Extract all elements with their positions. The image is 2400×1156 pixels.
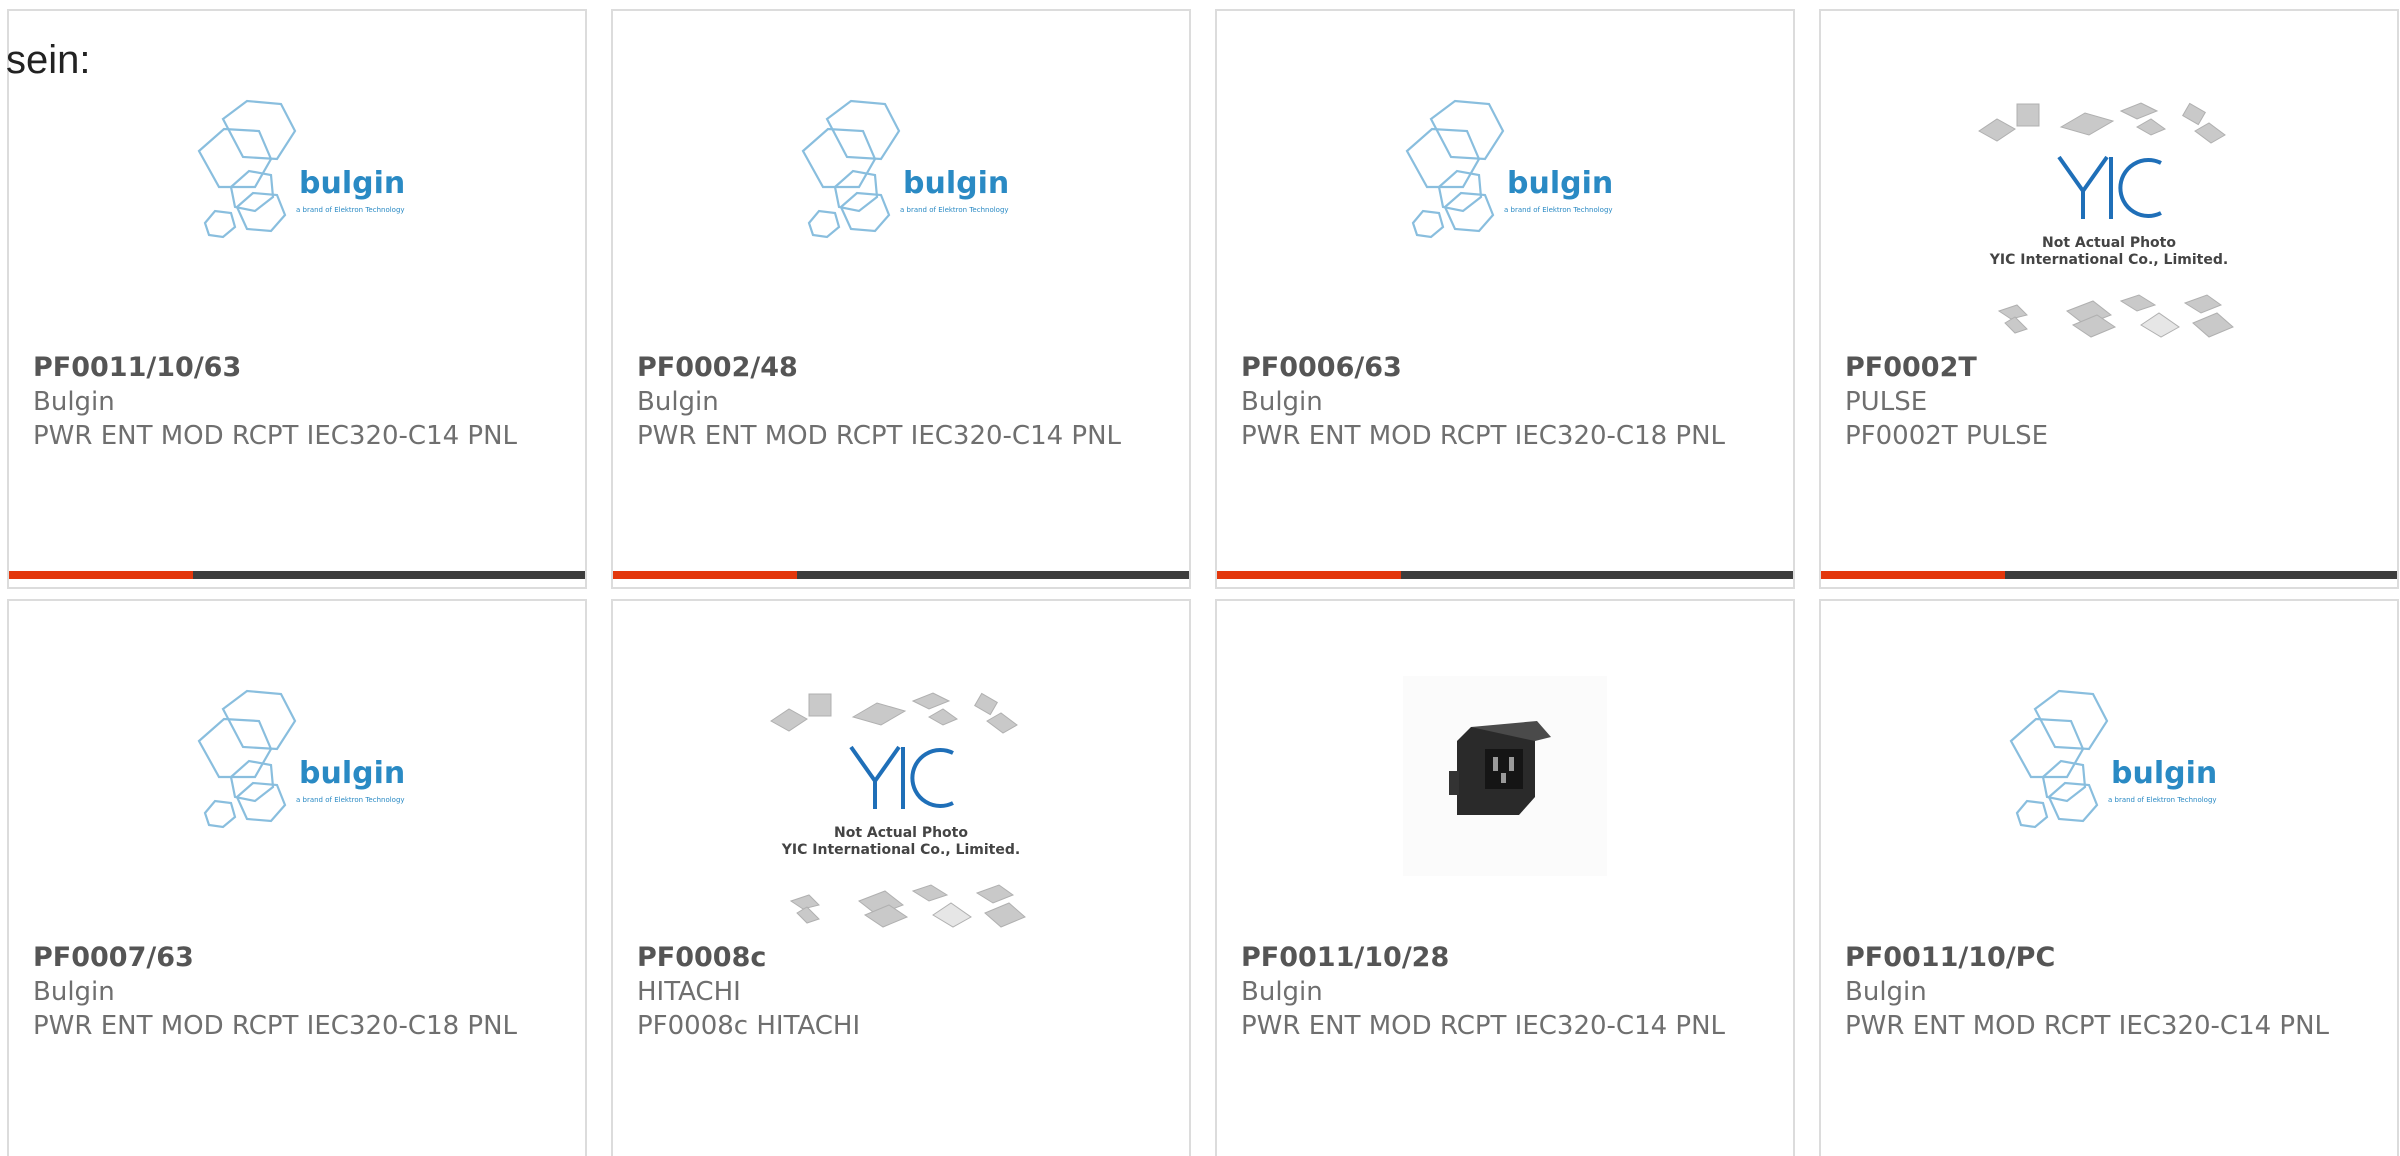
lead-text: sein: [6, 38, 91, 82]
product-image[interactable]: bulgin a brand of Elektron Technology [1217, 11, 1793, 346]
part-number[interactable]: PF0011/10/63 [33, 351, 241, 385]
manufacturer: Bulgin [1241, 387, 1323, 417]
svg-text:a brand of Elektron Technology: a brand of Elektron Technology [2108, 796, 2217, 804]
product-image[interactable] [1217, 601, 1793, 936]
part-number[interactable]: PF0011/10/PC [1845, 941, 2055, 975]
progress-bar-fill [1821, 571, 2006, 579]
svg-text:Not Actual Photo: Not Actual Photo [834, 825, 968, 841]
product-card[interactable]: bulgin a brand of Elektron Technology PF… [7, 9, 587, 589]
manufacturer: Bulgin [637, 387, 719, 417]
part-number[interactable]: PF0008c [637, 941, 766, 975]
svg-text:Not Actual Photo: Not Actual Photo [2042, 235, 2176, 251]
svg-text:YIC International Co., Limited: YIC International Co., Limited. [781, 842, 1020, 858]
part-number[interactable]: PF0006/63 [1241, 351, 1402, 385]
connector-photo [1403, 676, 1607, 876]
bulgin-logo: bulgin a brand of Elektron Technology [197, 689, 405, 829]
bulgin-logo: bulgin a brand of Elektron Technology [197, 99, 405, 239]
product-card[interactable]: bulgin a brand of Elektron Technology PF… [1819, 599, 2399, 1156]
progress-bar [613, 571, 1189, 579]
description: PF0002T PULSE [1845, 421, 2049, 451]
bulgin-wordmark: bulgin [903, 166, 1009, 201]
manufacturer: Bulgin [1241, 977, 1323, 1007]
part-number[interactable]: PF0011/10/28 [1241, 941, 1449, 975]
description: PF0008c HITACHI [637, 1011, 861, 1041]
product-image[interactable]: Not Actual Photo YIC International Co., … [1821, 11, 2397, 346]
yic-placeholder-image: Not Actual Photo YIC International Co., … [770, 692, 1026, 928]
product-image[interactable]: bulgin a brand of Elektron Technology [9, 11, 585, 346]
product-card[interactable]: Not Actual Photo YIC International Co., … [611, 599, 1191, 1156]
svg-text:YIC International Co., Limited: YIC International Co., Limited. [1989, 252, 2228, 268]
description: PWR ENT MOD RCPT IEC320-C18 PNL [33, 1011, 518, 1041]
product-image[interactable]: Not Actual Photo YIC International Co., … [613, 601, 1189, 936]
manufacturer: Bulgin [33, 977, 115, 1007]
bulgin-logo: bulgin a brand of Elektron Technology [2009, 689, 2217, 829]
description: PWR ENT MOD RCPT IEC320-C14 PNL [1241, 1011, 1726, 1041]
description: PWR ENT MOD RCPT IEC320-C14 PNL [637, 421, 1122, 451]
bulgin-logo: bulgin a brand of Elektron Technology [1405, 99, 1613, 239]
manufacturer: PULSE [1845, 387, 1928, 417]
product-card[interactable]: PF0011/10/28 Bulgin PWR ENT MOD RCPT IEC… [1215, 599, 1795, 1156]
manufacturer: Bulgin [33, 387, 115, 417]
progress-bar-fill [9, 571, 194, 579]
bulgin-wordmark: bulgin [299, 166, 405, 201]
manufacturer: Bulgin [1845, 977, 1927, 1007]
progress-bar [1821, 571, 2397, 579]
bulgin-logo: bulgin a brand of Elektron Technology [801, 99, 1009, 239]
product-card[interactable]: bulgin a brand of Elektron Technology PF… [1215, 9, 1795, 589]
progress-bar-fill [613, 571, 798, 579]
part-number[interactable]: PF0002T [1845, 351, 1977, 385]
product-card[interactable]: bulgin a brand of Elektron Technology PF… [611, 9, 1191, 589]
product-image[interactable]: bulgin a brand of Elektron Technology [613, 11, 1189, 346]
description: PWR ENT MOD RCPT IEC320-C14 PNL [1845, 1011, 2330, 1041]
manufacturer: HITACHI [637, 977, 741, 1007]
description: PWR ENT MOD RCPT IEC320-C14 PNL [33, 421, 518, 451]
product-card[interactable]: Not Actual Photo YIC International Co., … [1819, 9, 2399, 589]
product-grid: sein: bulgin a brand of Elektron Technol… [0, 0, 2400, 1156]
product-image[interactable]: bulgin a brand of Elektron Technology [9, 601, 585, 936]
description: PWR ENT MOD RCPT IEC320-C18 PNL [1241, 421, 1726, 451]
product-image[interactable]: bulgin a brand of Elektron Technology [1821, 601, 2397, 936]
bulgin-wordmark: bulgin [2111, 756, 2217, 791]
product-card[interactable]: bulgin a brand of Elektron Technology PF… [7, 599, 587, 1156]
progress-bar [9, 571, 585, 579]
svg-text:a brand of Elektron Technology: a brand of Elektron Technology [296, 206, 405, 214]
svg-text:a brand of Elektron Technology: a brand of Elektron Technology [296, 796, 405, 804]
svg-text:a brand of Elektron Technology: a brand of Elektron Technology [900, 206, 1009, 214]
progress-bar [1217, 571, 1793, 579]
bulgin-wordmark: bulgin [299, 756, 405, 791]
yic-placeholder-image: Not Actual Photo YIC International Co., … [1978, 102, 2234, 338]
part-number[interactable]: PF0007/63 [33, 941, 194, 975]
bulgin-wordmark: bulgin [1507, 166, 1613, 201]
progress-bar-fill [1217, 571, 1402, 579]
part-number[interactable]: PF0002/48 [637, 351, 798, 385]
svg-text:a brand of Elektron Technology: a brand of Elektron Technology [1504, 206, 1613, 214]
